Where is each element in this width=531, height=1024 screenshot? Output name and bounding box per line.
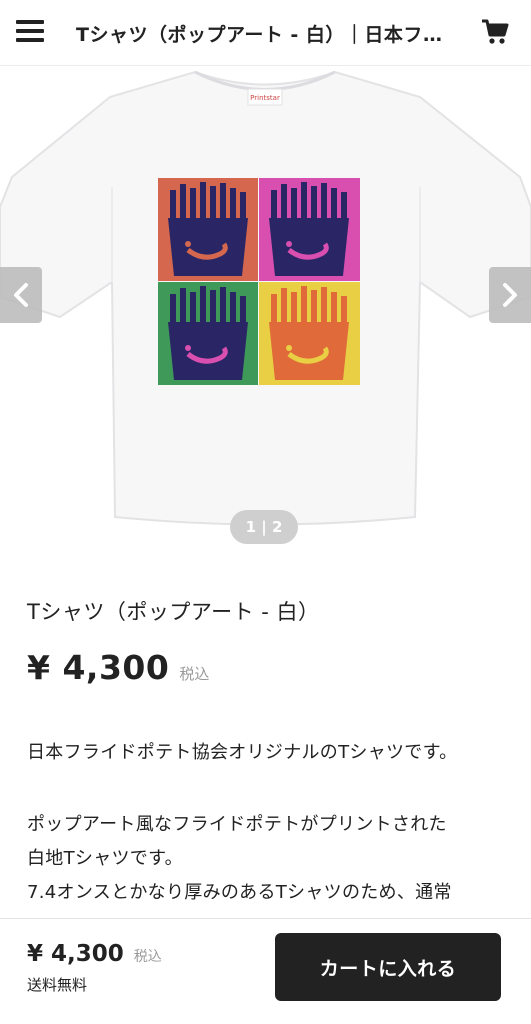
shopping-cart-icon[interactable]	[481, 18, 509, 46]
hamburger-menu-icon[interactable]	[16, 20, 46, 44]
chevron-right-icon	[503, 283, 517, 307]
price-row: ¥ 4,300 税込	[27, 648, 209, 687]
description-line: 7.4オンスとかなり厚みのあるTシャツのため、通常	[27, 882, 452, 903]
description-intro: 日本フライドポテト協会オリジナルのTシャツです。	[27, 742, 458, 763]
description-body: ポップアート風なフライドポテトがプリントされた 白地Tシャツです。 7.4オンス…	[27, 808, 507, 910]
purchase-bar-price: ¥ 4,300	[27, 941, 124, 967]
add-to-cart-button[interactable]: カートに入れる	[275, 933, 501, 1001]
chevron-left-icon	[14, 283, 28, 307]
shipping-label: 送料無料	[27, 976, 88, 994]
tax-label: 税込	[179, 665, 210, 683]
product-image-gallery[interactable]: Printstar 1 | 2	[0, 67, 531, 567]
product-tshirt-image: Printstar	[0, 70, 531, 526]
product-name: Tシャツ（ポップアート - 白）	[27, 600, 320, 624]
description-line: ポップアート風なフライドポテトがプリントされた	[27, 814, 447, 835]
purchase-bar: ¥ 4,300 税込 送料無料 カートに入れる	[0, 918, 531, 1024]
gallery-prev-button[interactable]	[0, 267, 42, 323]
page-title: Tシャツ（ポップアート - 白）｜日本フライドポテト協会	[76, 24, 456, 46]
gallery-next-button[interactable]	[489, 267, 531, 323]
description-line: 白地Tシャツです。	[27, 848, 183, 869]
gallery-pager: 1 | 2	[230, 510, 298, 544]
svg-text:Printstar: Printstar	[250, 94, 280, 102]
purchase-bar-tax-label: 税込	[133, 949, 162, 965]
product-price: ¥ 4,300	[27, 648, 170, 687]
purchase-bar-price-row: ¥ 4,300 税込	[27, 941, 162, 967]
header-bar: Tシャツ（ポップアート - 白）｜日本フライドポテト協会	[0, 0, 531, 66]
